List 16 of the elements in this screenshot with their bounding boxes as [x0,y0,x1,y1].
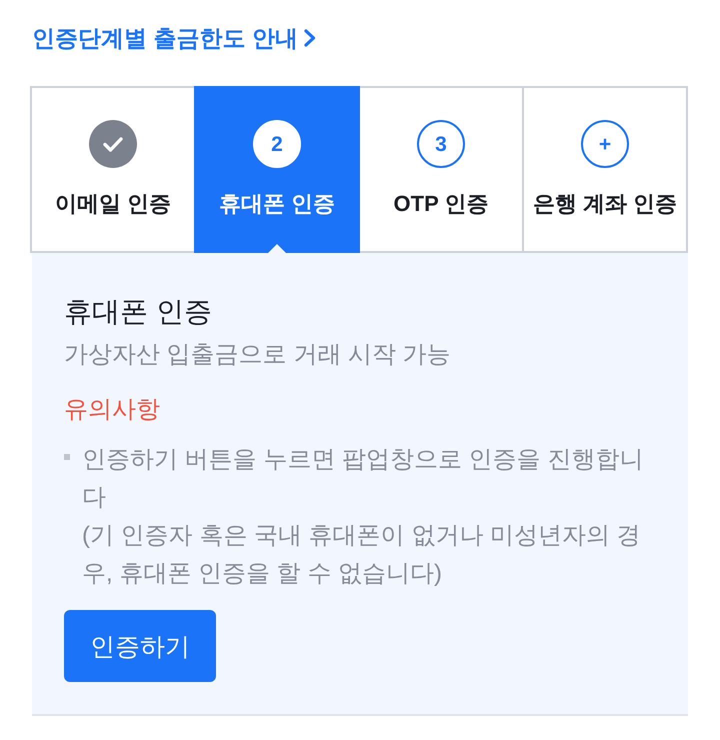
panel-title: 휴대폰 인증 [64,295,213,329]
step-tab[interactable]: 이메일 인증 [30,86,196,253]
step-tab[interactable]: + 은행 계좌 인증 [522,86,688,253]
notice-text: 인증하기 버튼을 누르면 팝업창으로 인증을 진행합니다 [82,445,644,513]
step-tab[interactable]: 2 휴대폰 인증 [194,86,360,253]
step-marker: 3 [417,120,465,168]
limit-guide-link[interactable]: 인증단계별 출금한도 안내 [32,20,316,56]
panel-subtitle: 가상자산 입출금으로 거래 시작 가능 [64,340,452,370]
notice-detail: (기 인증자 혹은 국내 휴대폰이 없거나 미성년자의 경우, 휴대폰 인증을 할 수 없습니다) [82,521,642,589]
step-tab[interactable]: 3 OTP 인증 [358,86,524,253]
bullet-icon [64,454,70,460]
verify-button[interactable]: 인증하기 [64,610,216,682]
step-marker: + [581,120,629,168]
chevron-right-icon [304,29,316,47]
step-marker: 2 [253,120,301,168]
notice-heading: 유의사항 [64,395,161,425]
